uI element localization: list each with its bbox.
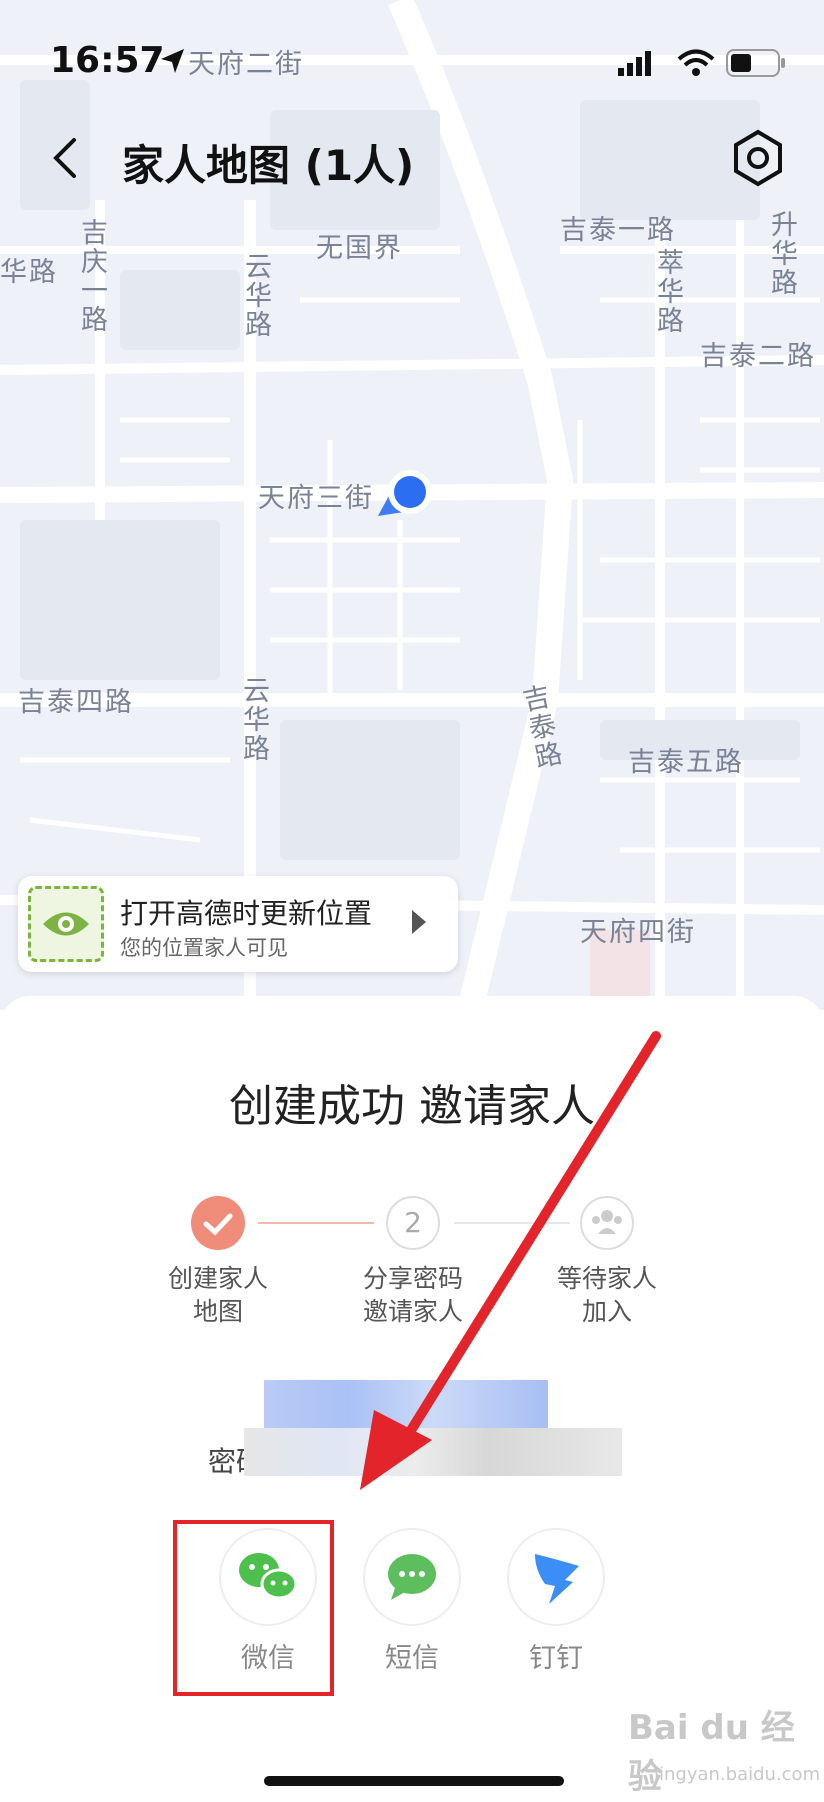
- status-time: 16:57: [50, 40, 165, 81]
- street-label: 天府四街: [580, 917, 696, 948]
- dingtalk-label: 钉钉: [529, 1643, 583, 1674]
- street-label: 吉泰二路: [700, 341, 816, 372]
- step-1-done: [191, 1196, 245, 1250]
- street-label: 升华路: [766, 210, 797, 297]
- share-sms-button[interactable]: [363, 1528, 461, 1626]
- wifi-icon: [677, 49, 715, 76]
- status-bar: 16:57: [0, 0, 824, 120]
- dingtalk-icon: [535, 1554, 579, 1604]
- street-label: 吉泰五路: [628, 747, 744, 778]
- step-connector: [258, 1222, 374, 1224]
- user-location-marker[interactable]: [370, 456, 450, 536]
- step-1-label: 创建家人 地图: [167, 1264, 268, 1326]
- step-2-label: 分享密码 邀请家人: [362, 1264, 463, 1326]
- sheet-title: 创建成功 邀请家人: [229, 1081, 595, 1132]
- street-label: 吉泰四路: [18, 687, 134, 718]
- family-group-icon: [592, 1210, 622, 1234]
- page-title: 家人地图 (1人): [122, 141, 415, 190]
- hexagon-settings-icon: [734, 129, 782, 187]
- chevron-right-icon: [412, 910, 426, 934]
- blurred-password-code: [264, 1380, 548, 1428]
- street-label: 云华路: [238, 676, 269, 763]
- step-connector: [454, 1222, 570, 1224]
- step-3-pending: [580, 1196, 634, 1250]
- location-arrow-icon: [161, 49, 184, 73]
- eye-icon: [43, 912, 89, 936]
- street-label: 华路: [0, 257, 58, 288]
- location-card-title: 打开高德时更新位置: [120, 897, 373, 930]
- blurred-password-value: [244, 1428, 622, 1476]
- street-label: 吉庆一路: [76, 218, 107, 334]
- check-icon: [203, 1213, 233, 1236]
- street-label: 无国界: [316, 233, 403, 264]
- step-2-number: 2: [386, 1196, 440, 1250]
- eye-icon-frame: [28, 886, 104, 962]
- highlight-box: [173, 1520, 334, 1696]
- sms-label: 短信: [385, 1643, 439, 1674]
- watermark-url: jingyan.baidu.com: [654, 1764, 821, 1785]
- home-indicator: [264, 1776, 564, 1786]
- share-dingtalk-button[interactable]: [507, 1528, 605, 1626]
- location-card-subtitle: 您的位置家人可见: [120, 936, 288, 960]
- settings-button[interactable]: [728, 128, 788, 188]
- street-label: 天府三街: [258, 483, 374, 514]
- street-label: 萃华路: [652, 248, 683, 335]
- back-button[interactable]: [40, 128, 100, 188]
- cellular-signal-icon: [618, 51, 651, 76]
- step-3-label: 等待家人 加入: [556, 1264, 657, 1326]
- location-update-card[interactable]: 打开高德时更新位置 您的位置家人可见: [18, 876, 458, 972]
- battery-icon: [726, 49, 785, 77]
- street-label: 吉泰一路: [560, 215, 676, 246]
- street-label: 云华路: [240, 252, 271, 339]
- message-bubble-icon: [388, 1554, 436, 1600]
- chevron-left-icon: [53, 138, 76, 178]
